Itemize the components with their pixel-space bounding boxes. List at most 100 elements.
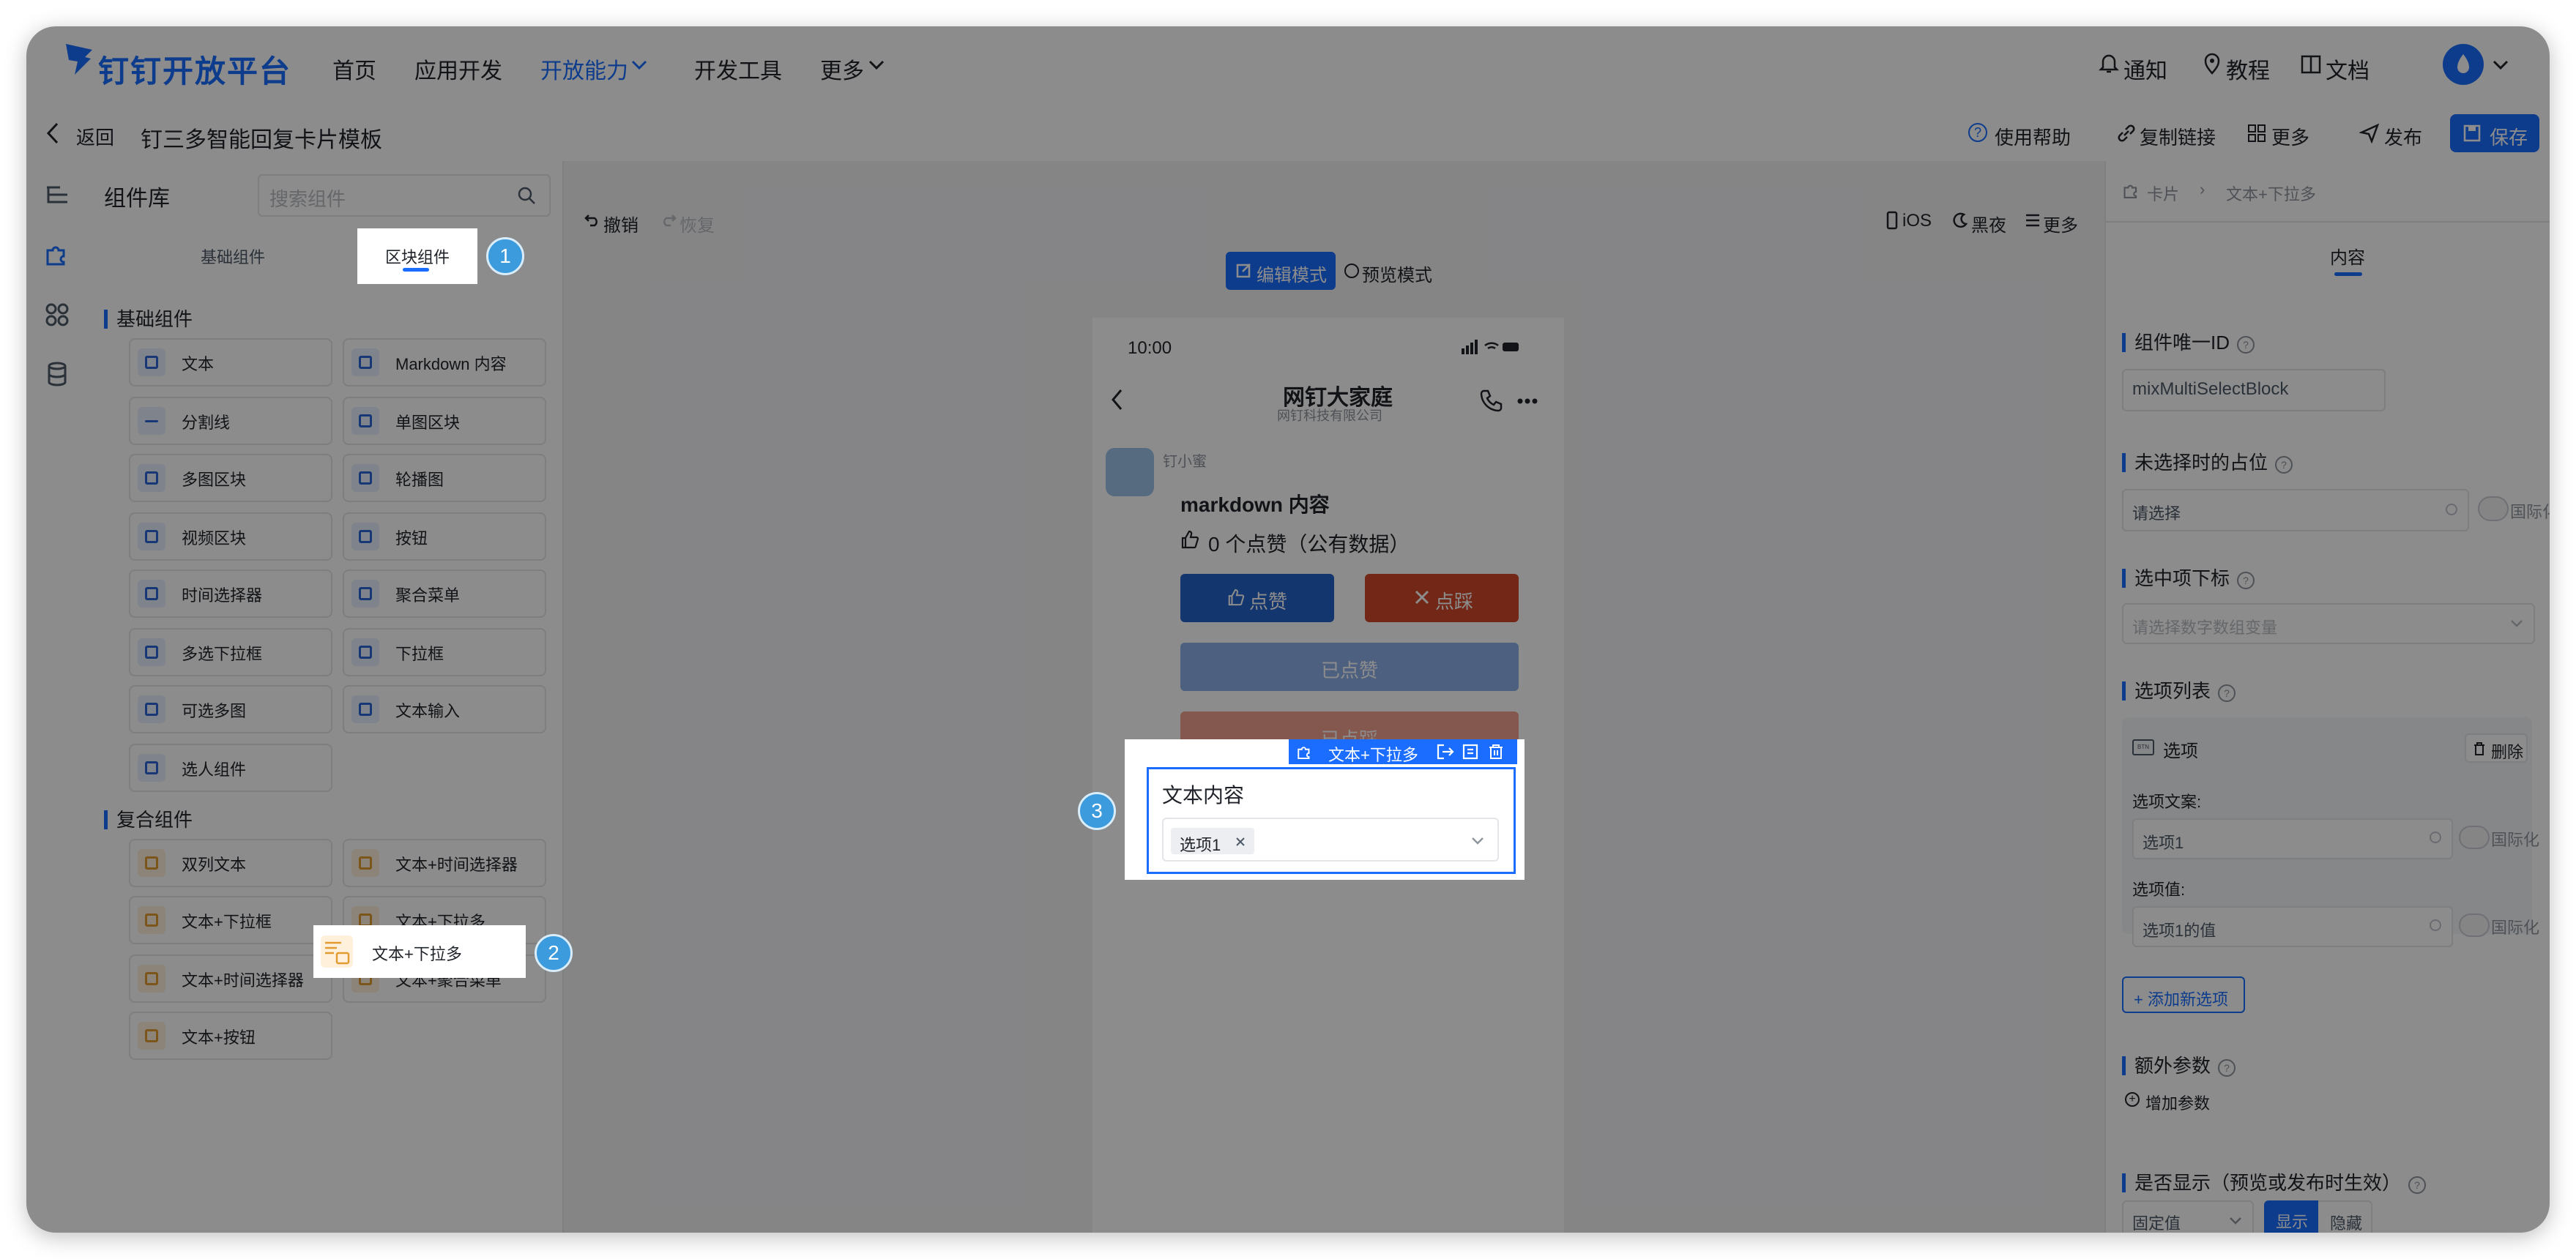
preview-mode-button[interactable]: 预览模式 bbox=[1340, 252, 1443, 290]
puzzle-icon[interactable] bbox=[44, 242, 69, 266]
tab-basic[interactable]: 基础组件 bbox=[201, 244, 265, 268]
help-icon[interactable]: ? bbox=[2408, 1176, 2427, 1194]
moon-icon[interactable] bbox=[1952, 212, 1968, 228]
add-param-button[interactable]: + 增加参数 bbox=[2122, 1085, 2225, 1114]
highlight-text-multi-select[interactable]: 文本+下拉多 bbox=[313, 925, 526, 978]
option-value-field[interactable]: 选项1的值 bbox=[2132, 906, 2453, 947]
delete-button[interactable]: 删除 bbox=[2465, 733, 2528, 763]
comp-text-input[interactable]: 文本输入 bbox=[343, 685, 546, 733]
nav-home[interactable]: 首页 bbox=[332, 53, 376, 85]
logo-icon[interactable] bbox=[63, 40, 95, 78]
more-button[interactable]: 更多 bbox=[2271, 123, 2309, 150]
help-icon[interactable]: ? bbox=[2237, 572, 2255, 589]
outline-tree-icon[interactable] bbox=[45, 184, 69, 206]
bell-icon[interactable] bbox=[2099, 53, 2119, 75]
index-select[interactable]: 请选择数字数组变量 bbox=[2122, 603, 2535, 644]
help-icon[interactable]: ? bbox=[2237, 336, 2255, 354]
comp-text-time-picker-2[interactable]: 文本+时间选择器 bbox=[129, 954, 332, 1003]
i18n-toggle[interactable] bbox=[2459, 914, 2490, 937]
docs-link[interactable]: 文档 bbox=[2326, 53, 2370, 85]
redo-button[interactable]: 恢复 bbox=[680, 211, 715, 236]
comp-select[interactable]: 下拉框 bbox=[343, 628, 546, 676]
trash-icon[interactable] bbox=[1488, 744, 1504, 760]
back-link[interactable]: 返回 bbox=[76, 123, 114, 150]
link-icon[interactable] bbox=[2116, 123, 2137, 143]
comp-text-time-picker[interactable]: 文本+时间选择器 bbox=[343, 839, 546, 887]
notify-link[interactable]: 通知 bbox=[2123, 53, 2167, 85]
save-button[interactable]: 保存 bbox=[2450, 114, 2539, 152]
location-icon[interactable] bbox=[2203, 53, 2222, 75]
comp-text-select[interactable]: 文本+下拉框 bbox=[129, 896, 332, 944]
comp-time-picker[interactable]: 时间选择器 bbox=[129, 569, 332, 618]
comp-text-button[interactable]: 文本+按钮 bbox=[129, 1012, 332, 1060]
nav-dev-tools[interactable]: 开发工具 bbox=[694, 53, 782, 85]
comp-two-col-text[interactable]: 双列文本 bbox=[129, 839, 332, 887]
comp-aggregate-menu[interactable]: 聚合菜单 bbox=[343, 569, 546, 618]
phone-icon[interactable] bbox=[1886, 211, 1898, 230]
show-toggle[interactable]: 显示 bbox=[2264, 1200, 2318, 1233]
chevron-down-icon[interactable] bbox=[2493, 60, 2509, 70]
avatar[interactable] bbox=[2443, 44, 2484, 85]
tutorial-link[interactable]: 教程 bbox=[2226, 53, 2270, 85]
comp-user-picker[interactable]: 选人组件 bbox=[129, 744, 332, 792]
liked-button[interactable]: 已点赞 bbox=[1180, 643, 1519, 691]
i18n-toggle[interactable] bbox=[2478, 496, 2509, 521]
help-icon[interactable]: ? bbox=[2218, 684, 2236, 702]
call-icon[interactable] bbox=[1479, 388, 1504, 413]
logo-text[interactable]: 钉钉开放平台 bbox=[98, 47, 291, 91]
edit-mode-button[interactable]: 编辑模式 bbox=[1226, 252, 1336, 290]
toolbar-more[interactable]: 更多 bbox=[2043, 211, 2078, 236]
nav-open-capability[interactable]: 开放能力 bbox=[540, 53, 628, 85]
comp-divider[interactable]: 分割线 bbox=[129, 397, 332, 445]
comp-carousel[interactable]: 轮播图 bbox=[343, 454, 546, 502]
comp-single-image[interactable]: 单图区块 bbox=[343, 397, 546, 445]
breadcrumb-card[interactable]: 卡片 bbox=[2147, 182, 2179, 205]
option-text-field[interactable]: 选项1 bbox=[2132, 818, 2453, 859]
menu-icon[interactable] bbox=[2025, 214, 2040, 227]
undo-button[interactable]: 撤销 bbox=[603, 211, 639, 236]
help-icon[interactable]: ? bbox=[2218, 1059, 2236, 1077]
copy-link-button[interactable]: 复制链接 bbox=[2140, 123, 2216, 150]
help-circle-icon[interactable]: ? bbox=[1968, 123, 1987, 142]
chat-back-icon[interactable] bbox=[1110, 388, 1123, 411]
grid-icon[interactable] bbox=[2248, 124, 2266, 142]
highlight-block-tab[interactable]: 区块组件 bbox=[357, 228, 477, 284]
publish-button[interactable]: 发布 bbox=[2384, 123, 2422, 150]
undo-icon[interactable] bbox=[584, 212, 600, 227]
back-arrow-icon[interactable] bbox=[45, 122, 60, 145]
ios-toggle[interactable]: iOS bbox=[1902, 211, 1932, 231]
comp-markdown[interactable]: Markdown 内容 bbox=[343, 338, 546, 386]
dark-toggle[interactable]: 黑夜 bbox=[1971, 211, 2006, 236]
tab-content[interactable]: 内容 bbox=[2330, 243, 2365, 269]
like-button[interactable]: 点赞 bbox=[1180, 574, 1334, 622]
comp-button[interactable]: 按钮 bbox=[343, 512, 546, 561]
option-chip[interactable]: 选项1 bbox=[1171, 828, 1254, 854]
book-icon[interactable] bbox=[2301, 54, 2321, 75]
comp-video[interactable]: 视频区块 bbox=[129, 512, 332, 561]
exit-icon[interactable] bbox=[1437, 744, 1454, 760]
help-icon[interactable]: ? bbox=[2275, 456, 2293, 474]
nav-app-dev[interactable]: 应用开发 bbox=[414, 53, 502, 85]
redo-icon[interactable] bbox=[660, 212, 677, 227]
comp-multi-select[interactable]: 多选下拉框 bbox=[129, 628, 332, 676]
nav-more[interactable]: 更多 bbox=[820, 53, 864, 85]
comp-selectable-images[interactable]: 可选多图 bbox=[129, 685, 332, 733]
close-icon[interactable] bbox=[1235, 837, 1246, 847]
search-icon[interactable] bbox=[517, 186, 536, 205]
component-id-field[interactable]: mixMultiSelectBlock bbox=[2122, 369, 2386, 411]
database-icon[interactable] bbox=[47, 362, 67, 386]
highlight-selected-block[interactable]: 文本+下拉多 文本内容 选项1 bbox=[1125, 739, 1525, 880]
comp-multi-image[interactable]: 多图区块 bbox=[129, 454, 332, 502]
copy-icon[interactable] bbox=[1462, 744, 1479, 760]
selected-block-frame[interactable]: 文本内容 选项1 bbox=[1147, 767, 1516, 874]
placeholder-field[interactable]: 请选择 bbox=[2122, 489, 2469, 531]
dislike-button[interactable]: 点踩 bbox=[1365, 574, 1519, 622]
comp-text[interactable]: 文本 bbox=[129, 338, 332, 386]
send-icon[interactable] bbox=[2359, 123, 2380, 143]
i18n-toggle[interactable] bbox=[2459, 826, 2490, 849]
visible-select[interactable]: 固定值 bbox=[2122, 1200, 2254, 1233]
multi-select-field[interactable]: 选项1 bbox=[1162, 818, 1499, 862]
more-dots-icon[interactable] bbox=[1517, 398, 1538, 404]
hide-toggle[interactable]: 隐藏 bbox=[2318, 1200, 2372, 1233]
apps-grid-icon[interactable] bbox=[45, 303, 69, 326]
